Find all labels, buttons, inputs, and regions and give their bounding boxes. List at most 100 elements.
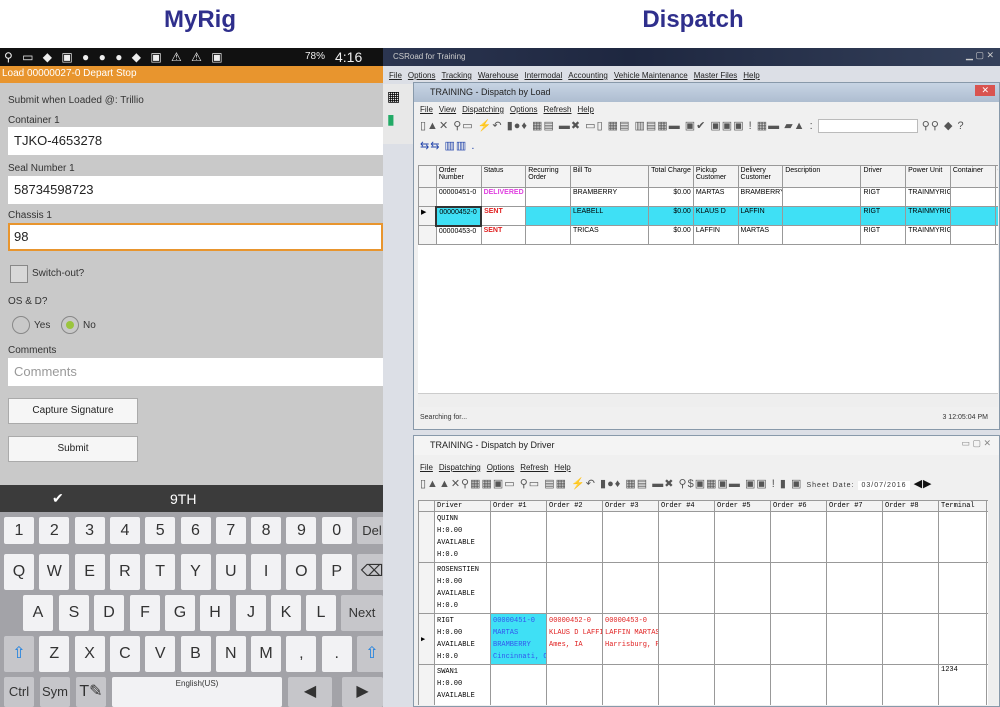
key-s[interactable]: S — [59, 595, 89, 631]
key-6[interactable]: 6 — [180, 517, 211, 544]
row-selector[interactable] — [418, 187, 437, 207]
key-.[interactable]: . — [321, 636, 352, 672]
key-,[interactable]: , — [286, 636, 317, 672]
capture-signature-button[interactable]: Capture Signature — [8, 398, 138, 424]
order-cell[interactable] — [882, 664, 939, 705]
column-header-order-5[interactable]: Order #5 — [714, 500, 771, 512]
key-◀[interactable]: ◀ — [288, 677, 332, 707]
key-y[interactable]: Y — [180, 554, 211, 590]
key-u[interactable]: U — [215, 554, 246, 590]
key-0[interactable]: 0 — [321, 517, 352, 544]
order-cell[interactable] — [714, 511, 771, 563]
seal-input[interactable]: 58734598723 — [8, 176, 383, 204]
menu-item-warehouse[interactable]: Warehouse — [478, 71, 519, 80]
order-cell[interactable] — [658, 562, 715, 614]
order-cell[interactable] — [658, 664, 715, 705]
order-cell[interactable] — [490, 511, 547, 563]
order-cell[interactable] — [658, 613, 715, 665]
row-selector[interactable] — [418, 511, 435, 563]
key-z[interactable]: Z — [39, 636, 70, 672]
menu-item-help[interactable]: Help — [743, 71, 759, 80]
column-header-description[interactable]: Description — [782, 165, 862, 188]
row-selector[interactable]: ▶ — [418, 206, 437, 226]
order-cell[interactable] — [770, 664, 827, 705]
column-header-container[interactable]: Container — [949, 165, 996, 188]
window-controls[interactable]: ▁ ▢ ✕ — [966, 50, 994, 61]
submit-button[interactable]: Submit — [8, 436, 138, 462]
order-cell[interactable] — [602, 562, 659, 614]
order-cell[interactable] — [714, 613, 771, 665]
menu-item-master-files[interactable]: Master Files — [694, 71, 738, 80]
key-sym[interactable]: Sym — [40, 677, 70, 707]
order-cell[interactable] — [490, 664, 547, 705]
key-x[interactable]: X — [74, 636, 105, 672]
order-cell[interactable] — [826, 511, 883, 563]
driver-row[interactable]: QUINN H:0.00 AVAILABLE H:0.0 — [418, 511, 988, 563]
key-▶[interactable]: ▶ — [342, 677, 383, 707]
menu-item-file[interactable]: File — [420, 105, 433, 114]
column-header-order-1[interactable]: Order #1 — [490, 500, 547, 512]
order-cell[interactable] — [714, 562, 771, 614]
driver-row[interactable]: ▶ RIGT H:0.00 AVAILABLE H:0.0 00000451-0 MARTA… — [418, 613, 988, 665]
key-j[interactable]: J — [236, 595, 266, 631]
checkmark-icon[interactable]: ✔ — [52, 490, 64, 507]
column-header-recurring-order[interactable]: Recurring Order — [525, 165, 571, 188]
phone-icon[interactable]: ▮ — [383, 109, 413, 130]
order-cell[interactable] — [770, 613, 827, 665]
key-v[interactable]: V — [145, 636, 176, 672]
menu-item-options[interactable]: Options — [408, 71, 436, 80]
menu-item-refresh[interactable]: Refresh — [543, 105, 571, 114]
order-cell[interactable] — [826, 664, 883, 705]
menu-item-tracking[interactable]: Tracking — [441, 71, 471, 80]
menu-item-vehicle-maintenance[interactable]: Vehicle Maintenance — [614, 71, 688, 80]
load-toolbar-2[interactable]: ⇆⇆ ▥▥ . — [414, 137, 999, 155]
menu-item-dispatching[interactable]: Dispatching — [439, 463, 481, 472]
menu-item-options[interactable]: Options — [510, 105, 538, 114]
column-header-order-2[interactable]: Order #2 — [546, 500, 603, 512]
key-h[interactable]: H — [200, 595, 230, 631]
key-1[interactable]: 1 — [4, 517, 34, 544]
key-t[interactable]: T — [145, 554, 176, 590]
menu-item-dispatching[interactable]: Dispatching — [462, 105, 504, 114]
window-controls[interactable]: ▭ ▢ ✕ — [961, 438, 991, 449]
key-2[interactable]: 2 — [39, 517, 70, 544]
driver-vertical-scrollbar[interactable] — [988, 500, 998, 705]
column-header-status[interactable]: Status — [480, 165, 527, 188]
column-header-order-3[interactable]: Order #3 — [602, 500, 659, 512]
row-selector[interactable] — [418, 225, 437, 245]
order-cell[interactable] — [826, 562, 883, 614]
switch-out-checkbox[interactable] — [10, 265, 28, 283]
order-cell[interactable] — [658, 511, 715, 563]
table-row[interactable]: 00000453-0 SENT TRICAS $0.00 LAFFIN MARTAS RIG… — [418, 225, 998, 245]
key-w[interactable]: W — [39, 554, 70, 590]
key-3[interactable]: 3 — [74, 517, 105, 544]
order-cell[interactable] — [882, 562, 939, 614]
order-cell[interactable] — [546, 664, 603, 705]
column-header-order-6[interactable]: Order #6 — [770, 500, 827, 512]
key-r[interactable]: R — [109, 554, 140, 590]
column-header-order-4[interactable]: Order #4 — [658, 500, 715, 512]
key-ctrl[interactable]: Ctrl — [4, 677, 34, 707]
driver-row[interactable]: ROSENSTIEN H:0.00 AVAILABLE H:0.0 — [418, 562, 988, 614]
key-english(us)[interactable]: English(US) — [112, 677, 282, 707]
menu-item-refresh[interactable]: Refresh — [520, 463, 548, 472]
column-header-delivery-customer[interactable]: Delivery Customer — [737, 165, 784, 188]
column-header-bill-to[interactable]: Bill To — [569, 165, 650, 188]
key-8[interactable]: 8 — [251, 517, 282, 544]
order-cell[interactable] — [546, 562, 603, 614]
close-icon[interactable]: ✕ — [975, 85, 995, 96]
key-4[interactable]: 4 — [109, 517, 140, 544]
suggestion-word[interactable]: 9TH — [170, 491, 196, 507]
load-toolbar[interactable]: ▯▲✕ ⚲▭ ⚡↶ ▮●♦ ▦▤ ▬✖ ▭▯ ▦▤ ▥▤▦▬ ▣✔ ▣▣▣ ! … — [414, 117, 999, 137]
key-f[interactable]: F — [130, 595, 160, 631]
order-cell[interactable]: 00000453-0 LAFFIN MARTAS Harrisburg, PA — [602, 613, 659, 665]
key-e[interactable]: E — [74, 554, 105, 590]
order-cell[interactable] — [882, 511, 939, 563]
load-horizontal-scrollbar[interactable] — [418, 393, 998, 407]
column-header-order-number[interactable]: Order Number — [435, 165, 482, 188]
column-header-chassis[interactable]: Chassis — [994, 165, 998, 188]
column-header-total-charge[interactable]: Total Charge — [648, 165, 694, 188]
order-cell[interactable] — [826, 613, 883, 665]
key-l[interactable]: L — [306, 595, 336, 631]
key-d[interactable]: D — [94, 595, 124, 631]
